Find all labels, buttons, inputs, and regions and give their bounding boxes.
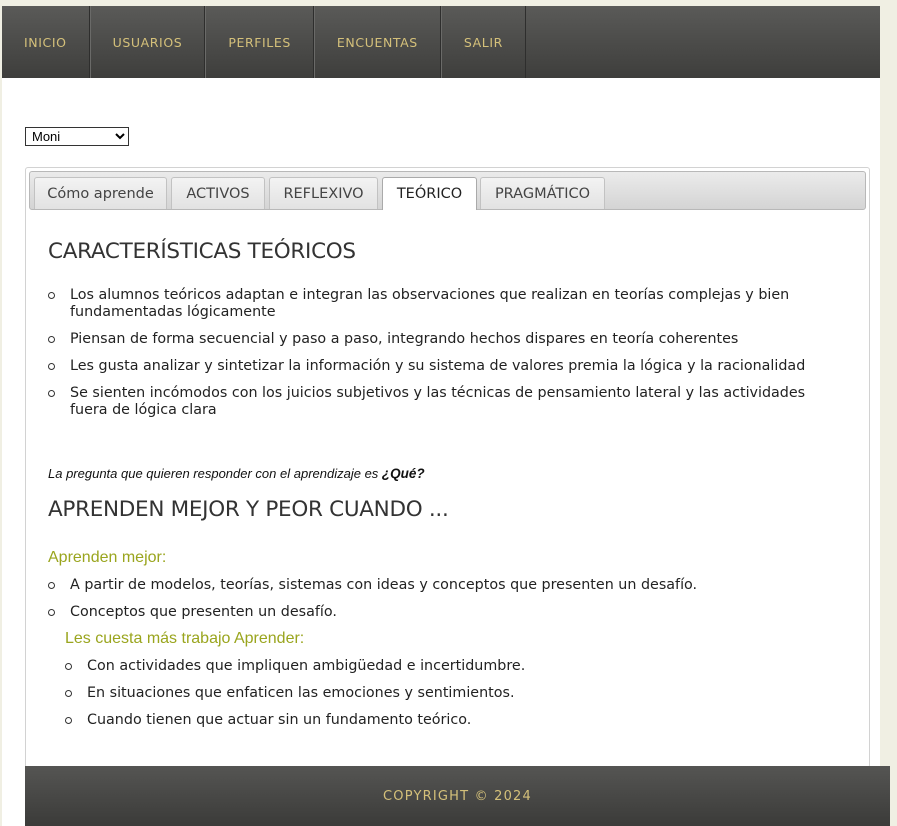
nav-usuarios[interactable]: USUARIOS	[89, 6, 206, 78]
footer: COPYRIGHT © 2024	[25, 766, 890, 826]
section-subtitle: APRENDEN MEJOR Y PEOR CUANDO ...	[48, 497, 449, 522]
tab-pragmatico[interactable]: PRAGMÁTICO	[480, 177, 605, 209]
nav-salir[interactable]: SALIR	[440, 6, 526, 78]
question-text: La pregunta que quieren responder con el…	[48, 466, 382, 481]
worse-list: Con actividades que impliquen ambigüedad…	[65, 658, 835, 729]
tab-reflexivo[interactable]: REFLEXIVO	[269, 177, 378, 209]
characteristics-list: Los alumnos teóricos adaptan e integran …	[48, 287, 838, 419]
copyright-text: COPYRIGHT © 2024	[382, 788, 532, 804]
list-item: Les gusta analizar y sintetizar la infor…	[48, 358, 838, 375]
list-item: Cuando tienen que actuar sin un fundamen…	[65, 712, 835, 729]
list-item: A partir de modelos, teorías, sistemas c…	[48, 577, 838, 594]
nav-encuentas[interactable]: ENCUENTAS	[313, 6, 441, 78]
nav-inicio[interactable]: INICIO	[2, 6, 90, 78]
nav-perfiles[interactable]: PERFILES	[205, 6, 314, 78]
page-title: CARACTERÍSTICAS TEÓRICOS	[48, 239, 356, 264]
list-item: Se sienten incómodos con los juicios sub…	[48, 385, 838, 419]
question-line: La pregunta que quieren responder con el…	[48, 466, 425, 481]
list-item: Con actividades que impliquen ambigüedad…	[65, 658, 835, 675]
tab-como-aprende[interactable]: Cómo aprende	[34, 177, 167, 209]
tabs-panel: Cómo aprende ACTIVOS REFLEXIVO TEÓRICO P…	[25, 167, 870, 768]
worse-heading: Les cuesta más trabajo Aprender:	[65, 630, 305, 647]
tab-bar: Cómo aprende ACTIVOS REFLEXIVO TEÓRICO P…	[29, 171, 866, 210]
better-list: A partir de modelos, teorías, sistemas c…	[48, 577, 838, 621]
tab-activos[interactable]: ACTIVOS	[171, 177, 265, 209]
tab-teorico[interactable]: TEÓRICO	[382, 177, 477, 210]
better-heading: Aprenden mejor:	[48, 549, 167, 566]
list-item: En situaciones que enfaticen las emocion…	[65, 685, 835, 702]
list-item: Los alumnos teóricos adaptan e integran …	[48, 287, 838, 321]
top-nav: INICIO USUARIOS PERFILES ENCUENTAS SALIR	[2, 6, 880, 78]
list-item: Piensan de forma secuencial y paso a pas…	[48, 331, 838, 348]
page: INICIO USUARIOS PERFILES ENCUENTAS SALIR…	[2, 6, 880, 826]
list-item: Conceptos que presenten un desafío.	[48, 604, 838, 621]
user-select[interactable]: Moni	[25, 127, 129, 146]
question-answer: ¿Qué?	[381, 466, 425, 481]
